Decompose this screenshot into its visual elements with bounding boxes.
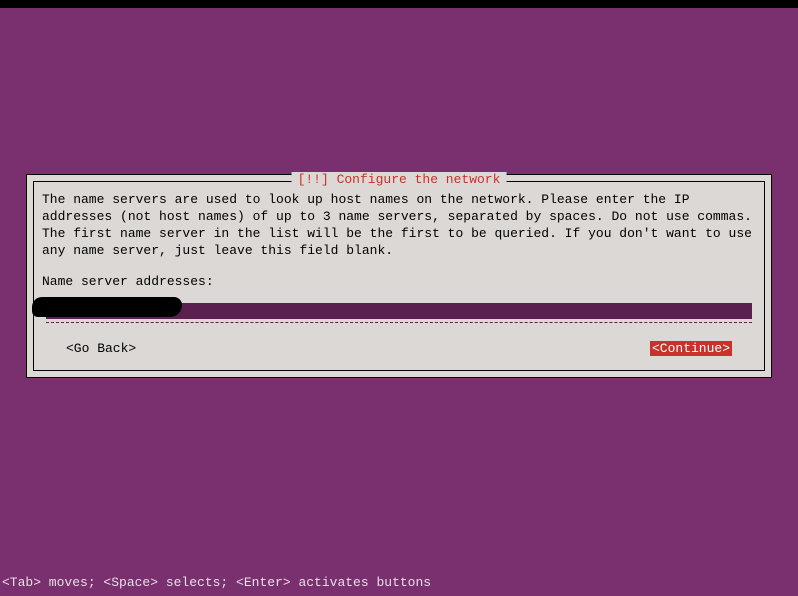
config-dialog: [!!] Configure the network The name serv…	[26, 174, 772, 378]
continue-button[interactable]: <Continue>	[650, 341, 732, 356]
dialog-title: [!!] Configure the network	[292, 172, 507, 187]
input-underline	[46, 322, 752, 323]
go-back-button[interactable]: <Go Back>	[66, 341, 136, 356]
input-row	[42, 303, 756, 321]
top-black-bar	[0, 0, 798, 8]
redaction-mark	[32, 297, 182, 317]
dialog-inner: [!!] Configure the network The name serv…	[33, 181, 765, 371]
dialog-body-text: The name servers are used to look up hos…	[42, 192, 756, 260]
nameserver-label: Name server addresses:	[42, 274, 756, 289]
button-row: <Go Back> <Continue>	[42, 341, 756, 360]
footer-hint: <Tab> moves; <Space> selects; <Enter> ac…	[2, 575, 431, 590]
